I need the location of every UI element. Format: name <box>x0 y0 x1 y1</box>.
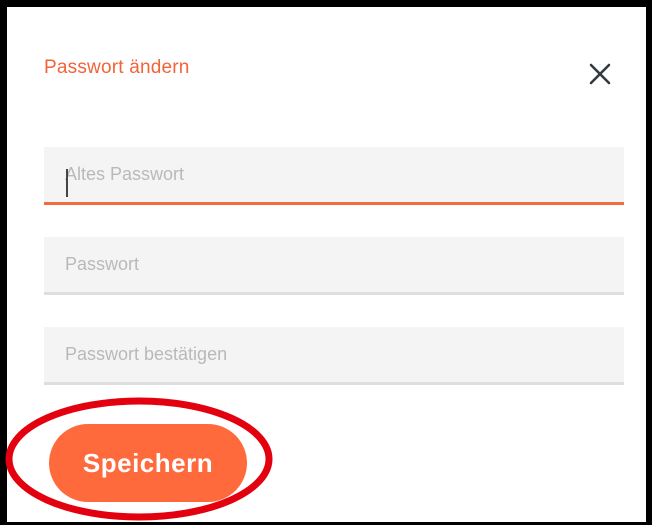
text-cursor <box>66 169 68 197</box>
change-password-dialog: Passwort ändern Speichern <box>7 7 646 522</box>
confirm-password-field <box>44 327 624 385</box>
confirm-password-input[interactable] <box>44 327 624 382</box>
new-password-field <box>44 237 624 295</box>
old-password-input[interactable] <box>44 147 624 202</box>
new-password-input[interactable] <box>44 237 624 292</box>
save-button[interactable]: Speichern <box>49 424 247 502</box>
dialog-title: Passwort ändern <box>44 57 190 78</box>
window-frame: Passwort ändern Speichern <box>0 0 652 525</box>
close-icon[interactable] <box>587 61 613 87</box>
old-password-field <box>44 147 624 205</box>
